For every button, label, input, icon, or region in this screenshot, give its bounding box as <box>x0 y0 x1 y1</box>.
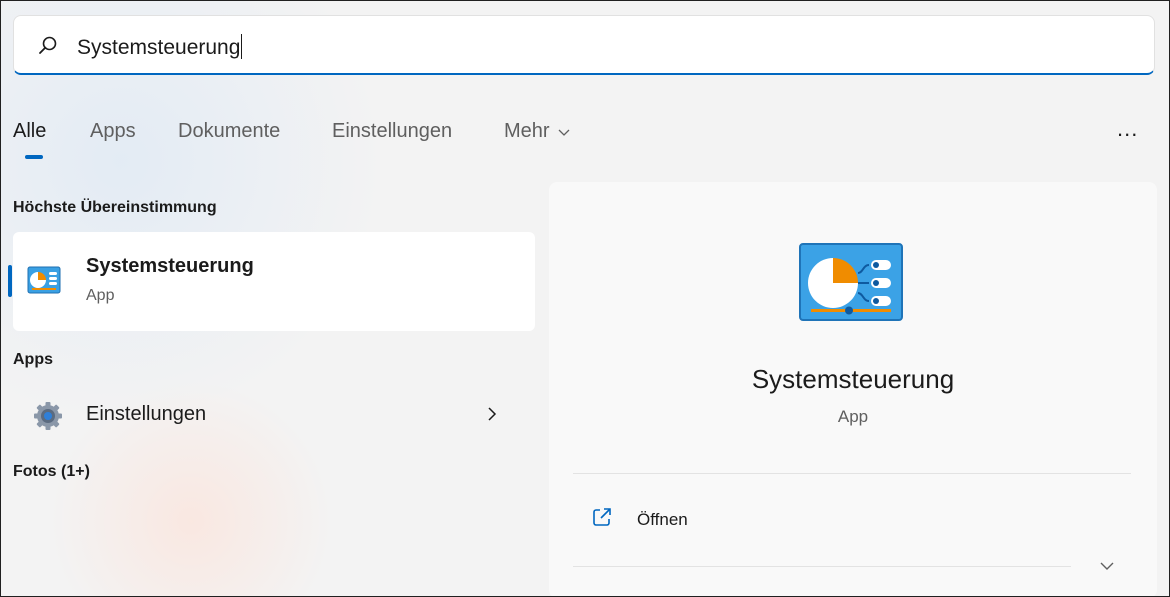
best-match-subtitle: App <box>86 287 115 304</box>
apps-heading: Apps <box>13 351 53 368</box>
best-match-title: Systemsteuerung <box>86 255 254 277</box>
control-panel-large-icon <box>799 243 903 321</box>
tab-einstellungen[interactable]: Einstellungen <box>332 120 452 143</box>
detail-divider <box>573 473 1131 474</box>
best-match-item[interactable] <box>13 232 535 331</box>
chevron-right-icon[interactable] <box>485 404 499 424</box>
detail-title: Systemsteuerung <box>751 364 955 394</box>
control-panel-icon <box>27 266 61 294</box>
search-box[interactable]: Systemsteuerung <box>13 15 1155 75</box>
open-action[interactable]: Öffnen <box>637 510 688 530</box>
tab-mehr-label: Mehr <box>504 120 550 142</box>
selection-indicator <box>8 265 12 297</box>
detail-subtitle: App <box>837 407 869 426</box>
photos-heading[interactable]: Fotos (1+) <box>13 463 90 481</box>
tab-apps[interactable]: Apps <box>90 120 136 143</box>
tab-mehr[interactable]: Mehr <box>504 120 570 143</box>
search-window: Systemsteuerung Alle Apps Dokumente Eins… <box>0 0 1170 597</box>
tab-alle[interactable]: Alle <box>13 120 46 143</box>
more-options-button[interactable]: ... <box>1117 116 1138 142</box>
tab-dokumente[interactable]: Dokumente <box>178 120 280 143</box>
active-tab-indicator <box>25 155 43 159</box>
chevron-down-icon <box>558 129 570 136</box>
actions-divider <box>573 566 1071 567</box>
open-external-icon <box>593 508 611 526</box>
gear-icon <box>34 402 62 430</box>
expand-chevron-icon[interactable] <box>1098 559 1116 573</box>
best-match-heading: Höchste Übereinstimmung <box>13 199 217 216</box>
text-caret <box>241 34 243 59</box>
search-icon <box>39 36 57 54</box>
app-item-einstellungen[interactable]: Einstellungen <box>86 403 206 426</box>
search-input[interactable]: Systemsteuerung <box>77 34 243 60</box>
